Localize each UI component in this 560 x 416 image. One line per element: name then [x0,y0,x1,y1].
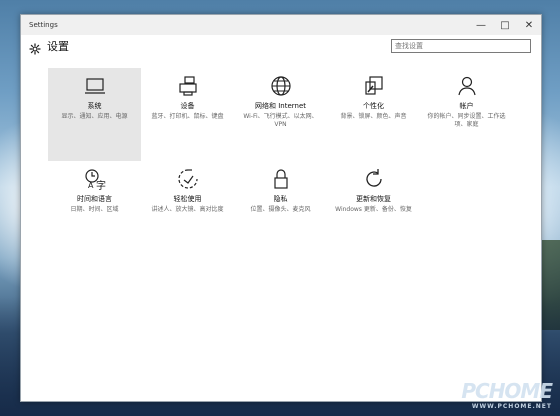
minimize-button[interactable]: — [469,15,493,35]
tile-network[interactable]: 网络和 Internet Wi-Fi、飞行模式、以太网、VPN [234,68,327,161]
maximize-button[interactable]: □ [493,15,517,35]
person-icon [455,74,479,98]
watermark-logo: PCHOME WWW.PCHOME.NET [461,379,553,410]
tile-label: 帐户 [459,102,474,110]
desktop-background: Settings — □ ✕ 设置 系统 显示、通知、应用、电源 [0,0,560,416]
window-title: Settings [29,21,58,29]
tile-personalization[interactable]: 个性化 背景、锁屏、颜色、声音 [327,68,420,161]
tile-label: 隐私 [273,195,288,203]
tile-description: 日期、时间、区域 [70,206,119,213]
globe-icon [269,74,293,98]
tile-description: 背景、锁屏、颜色、声音 [340,113,407,120]
close-button[interactable]: ✕ [517,15,541,35]
tile-label: 轻松使用 [173,195,202,203]
settings-window: Settings — □ ✕ 设置 系统 显示、通知、应用、电源 [20,14,542,402]
lock-icon [269,167,293,191]
tile-label: 更新和恢复 [356,195,391,203]
page-title: 设置 [47,40,69,53]
tile-description: 你的帐户、同步设置、工作选项、家庭 [427,113,506,128]
gear-icon [29,40,41,55]
settings-header: 设置 [21,35,541,57]
tile-system[interactable]: 系统 显示、通知、应用、电源 [48,68,141,161]
ease-of-access-icon [176,167,200,191]
tile-description: 讲述人、放大镜、高对比度 [151,206,224,213]
laptop-icon [83,74,107,98]
tile-time-language[interactable]: 字A 时间和语言 日期、时间、区域 [48,161,141,254]
tile-label: 网络和 Internet [254,102,307,110]
tile-privacy[interactable]: 隐私 位置、摄像头、麦克风 [234,161,327,254]
tile-description: Wi-Fi、飞行模式、以太网、VPN [243,113,318,128]
refresh-icon [362,167,386,191]
tile-description: 显示、通知、应用、电源 [61,113,128,120]
tile-label: 时间和语言 [77,195,112,203]
devices-icon [176,74,200,98]
svg-text:字: 字 [96,179,106,191]
tile-label: 设备 [180,102,195,110]
tile-description: 位置、摄像头、麦克风 [250,206,311,213]
tile-label: 个性化 [363,102,384,110]
svg-text:A: A [88,181,94,190]
watermark-url: WWW.PCHOME.NET [471,403,552,410]
tile-update-recovery[interactable]: 更新和恢复 Windows 更新、备份、恢复 [327,161,420,254]
tile-label: 系统 [87,102,102,110]
tile-description: Windows 更新、备份、恢复 [335,206,412,213]
time-language-icon: 字A [83,167,107,192]
paint-palette-icon [362,74,386,98]
title-bar[interactable]: Settings — □ ✕ [21,15,541,35]
search-input[interactable] [391,39,531,53]
tile-accounts[interactable]: 帐户 你的帐户、同步设置、工作选项、家庭 [420,68,513,161]
tile-description: 蓝牙、打印机、鼠标、键盘 [151,113,224,120]
watermark-text: PCHOME [461,379,553,403]
tile-devices[interactable]: 设备 蓝牙、打印机、鼠标、键盘 [141,68,234,161]
tile-ease-of-access[interactable]: 轻松使用 讲述人、放大镜、高对比度 [141,161,234,254]
settings-category-grid: 系统 显示、通知、应用、电源 设备 蓝牙、打印机、鼠标、键盘 网络和 Inter… [48,68,513,254]
